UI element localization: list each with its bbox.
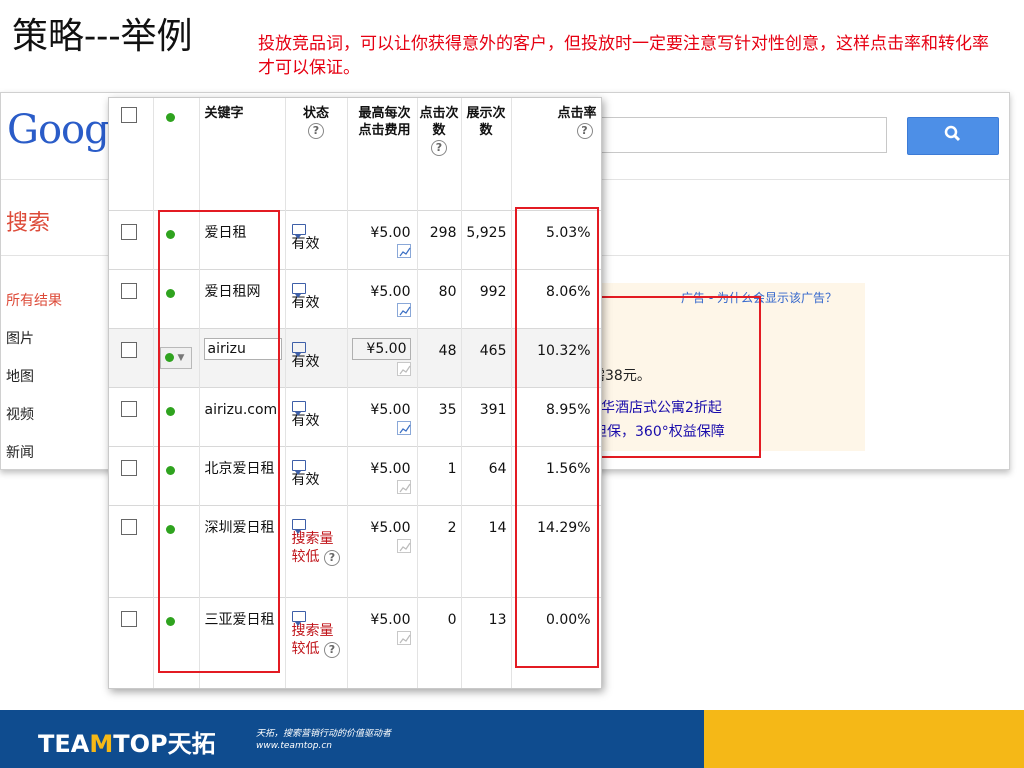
search-icon [944,125,962,147]
google-logo: Goog [7,107,110,153]
row-checkbox[interactable] [121,610,137,627]
speech-bubble-icon[interactable] [291,282,306,298]
row-checkbox[interactable] [121,282,137,299]
speech-bubble-icon[interactable] [291,400,306,416]
header-impressions[interactable]: 展示次数 [462,105,511,139]
clicks-value: 35 [438,401,457,418]
help-icon[interactable]: ? [323,549,340,566]
clicks-value: 298 [429,224,457,241]
impressions-value: 5,925 [466,224,507,241]
brand-logo: TEAMTOP天拓 [38,730,216,758]
speech-bubble-icon[interactable] [291,610,306,626]
table-header-row: 关键字 状态? 最高每次点击费用 点击次数? 展示次数 点击率? [109,98,602,210]
nav-images[interactable]: 图片 [6,327,62,365]
speech-bubble-icon[interactable] [291,341,306,357]
help-icon[interactable]: ? [308,123,324,139]
header-ctr[interactable]: 点击率 [512,105,602,122]
header-status[interactable]: 状态 [286,105,347,122]
nav-maps[interactable]: 地图 [6,365,62,403]
search-input[interactable] [601,117,887,153]
clicks-value: 80 [438,283,457,300]
clicks-value: 1 [447,460,457,477]
clicks-value: 0 [447,611,457,628]
clicks-value: 48 [438,342,457,359]
bid-value[interactable]: ¥5.00 [348,401,417,419]
speech-bubble-icon[interactable] [291,459,306,475]
footer-bar: TEAMTOP天拓 天拓，搜索营销行动的价值驱动者 www.teamtop.cn [0,710,1024,768]
header-keyword[interactable]: 关键字 [200,105,285,122]
impressions-value: 992 [479,283,507,300]
row-checkbox[interactable] [121,400,137,417]
speech-bubble-icon[interactable] [291,223,306,239]
search-button[interactable] [907,117,999,155]
row-checkbox[interactable] [121,518,137,535]
left-nav: 所有结果 图片 地图 视频 新闻 [6,289,62,469]
chart-icon[interactable] [396,538,411,553]
impressions-value: 14 [488,519,507,536]
ctr-highlight-box [515,207,599,668]
bid-value[interactable]: ¥5.00 [348,611,417,629]
help-icon[interactable]: ? [576,123,593,139]
bid-value[interactable]: ¥5.00 [348,460,417,478]
keyword-highlight-box [158,210,280,673]
brand-tagline: 天拓，搜索营销行动的价值驱动者 www.teamtop.cn [256,729,392,751]
nav-news[interactable]: 新闻 [6,441,62,469]
chart-icon[interactable] [396,479,411,494]
row-checkbox[interactable] [121,223,137,240]
speech-bubble-icon[interactable] [291,518,306,534]
chart-icon[interactable] [396,420,411,435]
clicks-value: 2 [447,519,457,536]
select-all-checkbox[interactable] [121,107,137,123]
slide-subtitle: 投放竞品词，可以让你获得意外的客户，但投放时一定要注意写针对性创意，这样点击率和… [258,34,989,78]
impressions-value: 64 [488,460,507,477]
header-max-cpc[interactable]: 最高每次点击费用 [348,105,417,139]
chart-icon[interactable] [396,361,411,376]
bid-value[interactable]: ¥5.00 [348,519,417,537]
row-checkbox[interactable] [121,459,137,476]
nav-videos[interactable]: 视频 [6,403,62,441]
impressions-value: 13 [488,611,507,628]
nav-all-results[interactable]: 所有结果 [6,289,62,327]
slide-title: 策略---举例 [12,16,193,57]
search-section-label: 搜索 [6,211,51,236]
chart-icon[interactable] [396,243,411,258]
help-icon[interactable]: ? [323,641,340,658]
ad-highlight-box [599,296,761,458]
chart-icon[interactable] [396,630,411,645]
bid-edit-field[interactable]: ¥5.00 [351,337,411,360]
row-checkbox[interactable] [121,341,137,358]
help-icon[interactable]: ? [431,140,447,156]
impressions-value: 465 [479,342,507,359]
chart-icon[interactable] [396,302,411,317]
footer-accent [704,710,1024,768]
bid-value[interactable]: ¥5.00 [348,224,417,242]
header-clicks[interactable]: 点击次数 [418,105,461,139]
impressions-value: 391 [479,401,507,418]
status-dot-icon [165,113,175,122]
bid-value[interactable]: ¥5.00 [348,283,417,301]
